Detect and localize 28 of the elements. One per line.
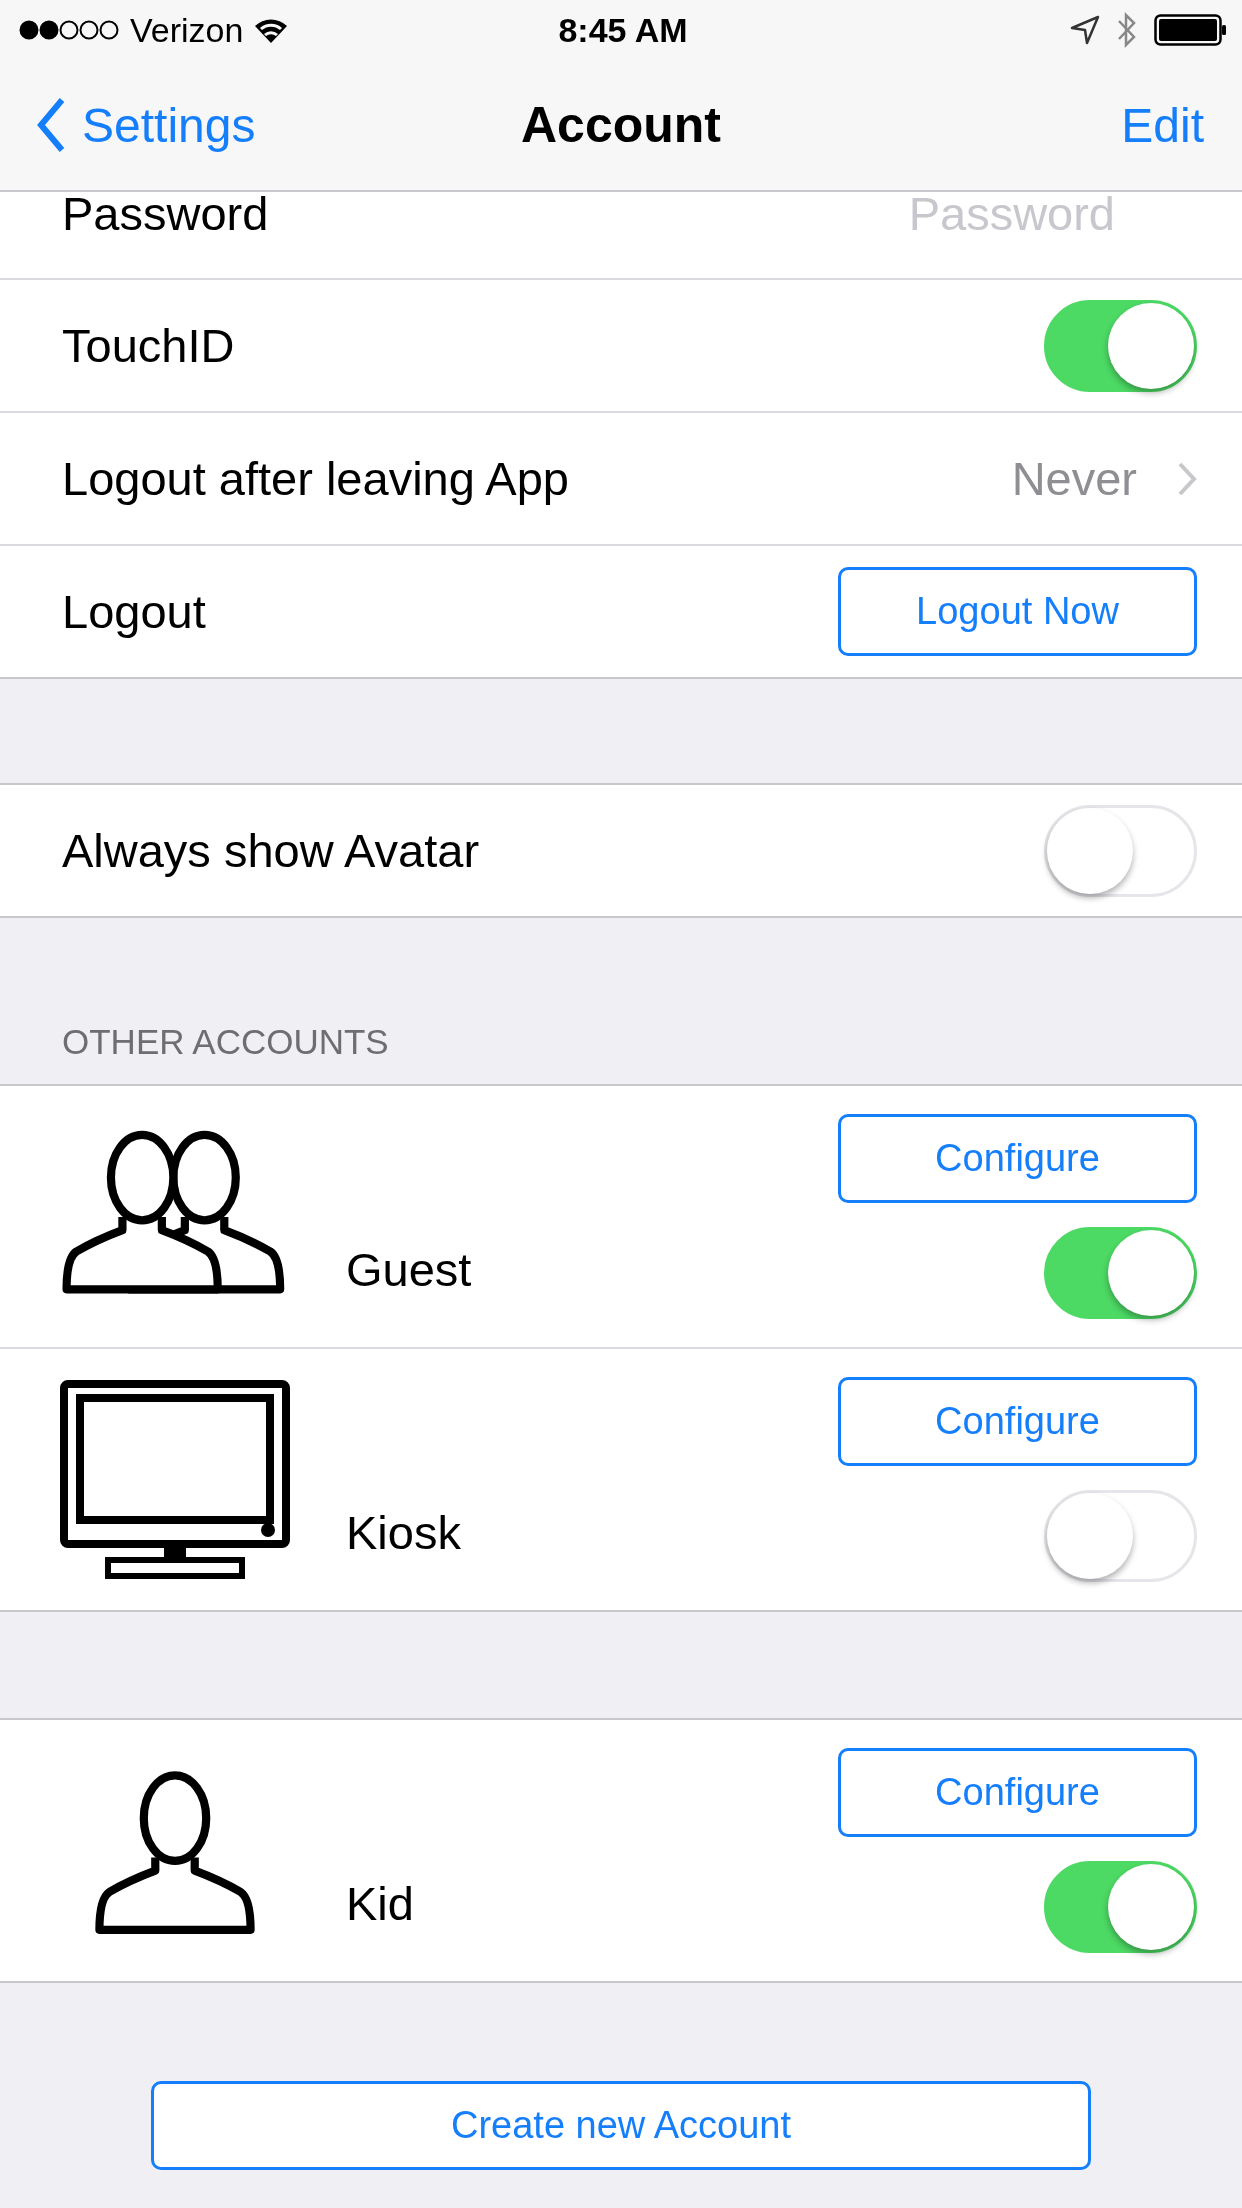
configure-button[interactable]: Configure xyxy=(838,1377,1197,1466)
logout-now-button[interactable]: Logout Now xyxy=(838,567,1197,656)
chevron-icon xyxy=(1177,460,1197,497)
row-label: Password xyxy=(62,186,269,241)
row-value[interactable]: Never xyxy=(1011,451,1137,506)
configure-button[interactable]: Configure xyxy=(838,1114,1197,1203)
signal-icon xyxy=(18,19,120,41)
monitor-icon xyxy=(60,1379,290,1580)
create-account-button[interactable]: Create new Account xyxy=(151,2081,1091,2170)
row-label: Logout xyxy=(62,584,206,639)
nav-title: Account xyxy=(521,97,721,153)
row-label: Always show Avatar xyxy=(62,823,480,878)
password-field[interactable]: Password xyxy=(815,186,1115,241)
configure-button[interactable]: Configure xyxy=(838,1748,1197,1837)
status-time: 8:45 AM xyxy=(558,10,688,50)
bluetooth-icon xyxy=(1116,11,1138,49)
section-header: OTHER ACCOUNTS xyxy=(62,1022,389,1062)
carrier-name: Verizon xyxy=(130,10,244,50)
back-chevron-icon xyxy=(36,97,66,153)
back-button[interactable]: Settings xyxy=(36,97,256,153)
account-name: Guest xyxy=(346,1242,473,1297)
account-name: Kid xyxy=(346,1876,415,1931)
edit-button[interactable]: Edit xyxy=(1121,97,1204,153)
battery-icon xyxy=(1154,14,1228,46)
row-label: Logout after leaving App xyxy=(62,451,569,506)
row-label: TouchID xyxy=(62,318,235,373)
location-arrow-icon xyxy=(1070,15,1100,45)
account-name: Kiosk xyxy=(346,1505,462,1560)
